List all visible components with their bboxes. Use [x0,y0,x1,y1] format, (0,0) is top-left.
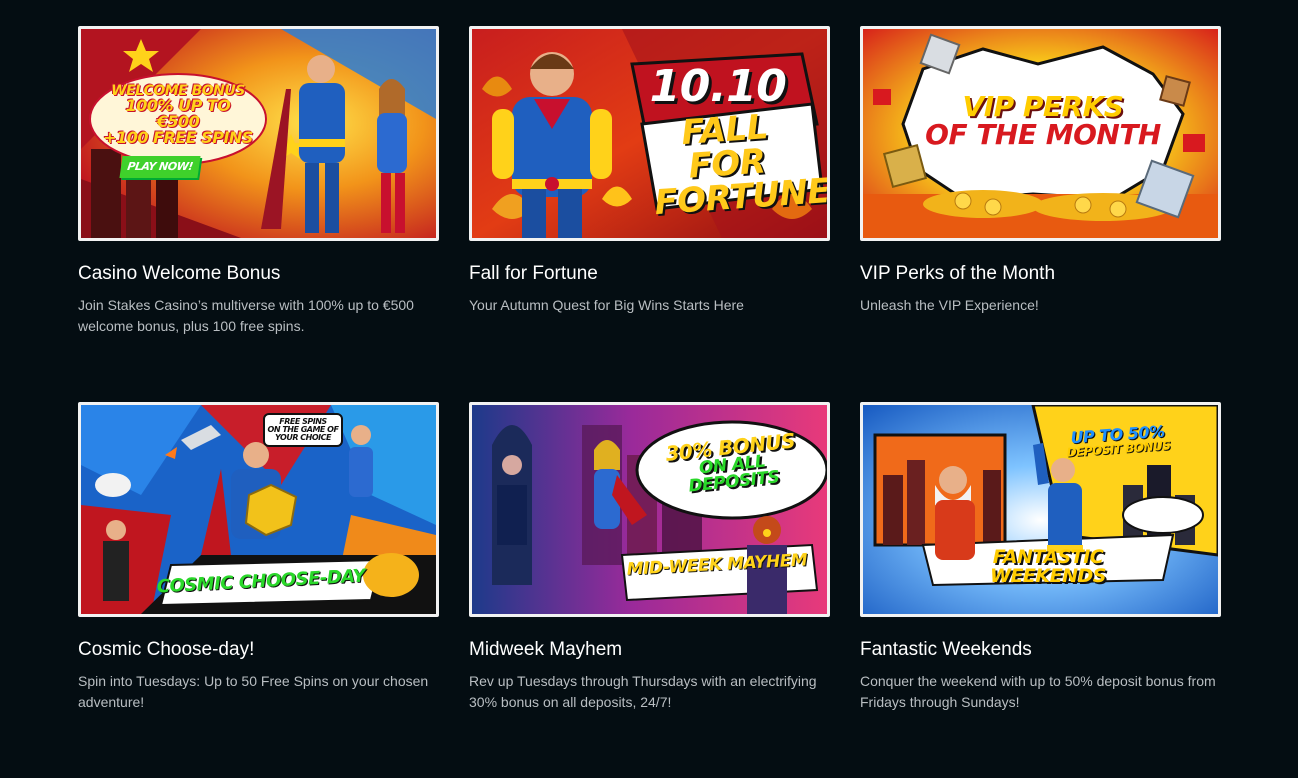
promo-card-fall-for-fortune[interactable]: 10.10 FALL FOR FORTUNE Fall for Fortune … [469,26,830,402]
fantastic-weekends-banner-headline: FANTASTIC WEEKENDS [990,546,1106,587]
promo-description: Join Stakes Casino’s multiverse with 100… [78,297,414,334]
banner-date: 10.10 [649,61,787,112]
promo-title[interactable]: Cosmic Choose-day! [78,639,439,661]
promo-banner-image[interactable]: WELCOME BONUS 100% UP TO €500 +100 FREE … [78,26,439,241]
promo-card-vip-perks[interactable]: VIP PERKS OF THE MONTH VIP Perks of the … [860,26,1221,402]
promo-card-cosmic-choose-day[interactable]: FREE SPINS ON THE GAME OF YOUR CHOICE CO… [78,402,439,778]
promo-description: Your Autumn Quest for Big Wins Starts He… [469,297,744,313]
free-spins-bubble: FREE SPINS ON THE GAME OF YOUR CHOICE [263,413,343,447]
promo-banner-image[interactable]: VIP PERKS OF THE MONTH [860,26,1221,241]
promo-title[interactable]: Fall for Fortune [469,263,830,285]
promo-banner-image[interactable]: 10.10 FALL FOR FORTUNE [469,26,830,241]
promo-banner-image[interactable]: 30% BONUS ON ALL DEPOSITS MID-WEEK MAYHE… [469,402,830,617]
promo-description: Spin into Tuesdays: Up to 50 Free Spins … [78,673,429,710]
play-now-button[interactable]: PLAY NOW! [119,156,201,178]
promo-banner-image[interactable]: FREE SPINS ON THE GAME OF YOUR CHOICE CO… [78,402,439,617]
promo-title[interactable]: Fantastic Weekends [860,639,1221,661]
promo-title[interactable]: VIP Perks of the Month [860,263,1221,285]
promo-description: Rev up Tuesdays through Thursdays with a… [469,673,817,710]
promo-title[interactable]: Casino Welcome Bonus [78,263,439,285]
promo-description: Conquer the weekend with up to 50% depos… [860,673,1216,710]
banner-line: FORTUNE [653,170,830,224]
welcome-bonus-banner-headline: WELCOME BONUS 100% UP TO €500 +100 FREE … [103,84,253,146]
promo-description: Unleash the VIP Experience! [860,297,1039,313]
fall-for-fortune-banner-headline: FALL FOR FORTUNE [649,107,830,224]
promo-banner-image[interactable]: UP TO 50% DEPOSIT BONUS FANTASTIC WEEKEN… [860,402,1221,617]
banner-line: VIP PERKS [962,90,1124,123]
promo-title[interactable]: Midweek Mayhem [469,639,830,661]
banner-line: OF THE MONTH [925,118,1161,151]
promo-card-midweek-mayhem[interactable]: 30% BONUS ON ALL DEPOSITS MID-WEEK MAYHE… [469,402,830,778]
banner-line: ON THE GAME OF YOUR CHOICE [267,425,339,442]
banner-line: 100% UP TO €500 [125,96,231,131]
promotions-grid: WELCOME BONUS 100% UP TO €500 +100 FREE … [78,26,1222,778]
vip-perks-banner-headline: VIP PERKS OF THE MONTH [923,93,1163,149]
promo-card-fantastic-weekends[interactable]: UP TO 50% DEPOSIT BONUS FANTASTIC WEEKEN… [860,402,1221,778]
banner-line: +100 FREE SPINS [103,128,253,147]
promo-card-welcome-bonus[interactable]: WELCOME BONUS 100% UP TO €500 +100 FREE … [78,26,439,402]
